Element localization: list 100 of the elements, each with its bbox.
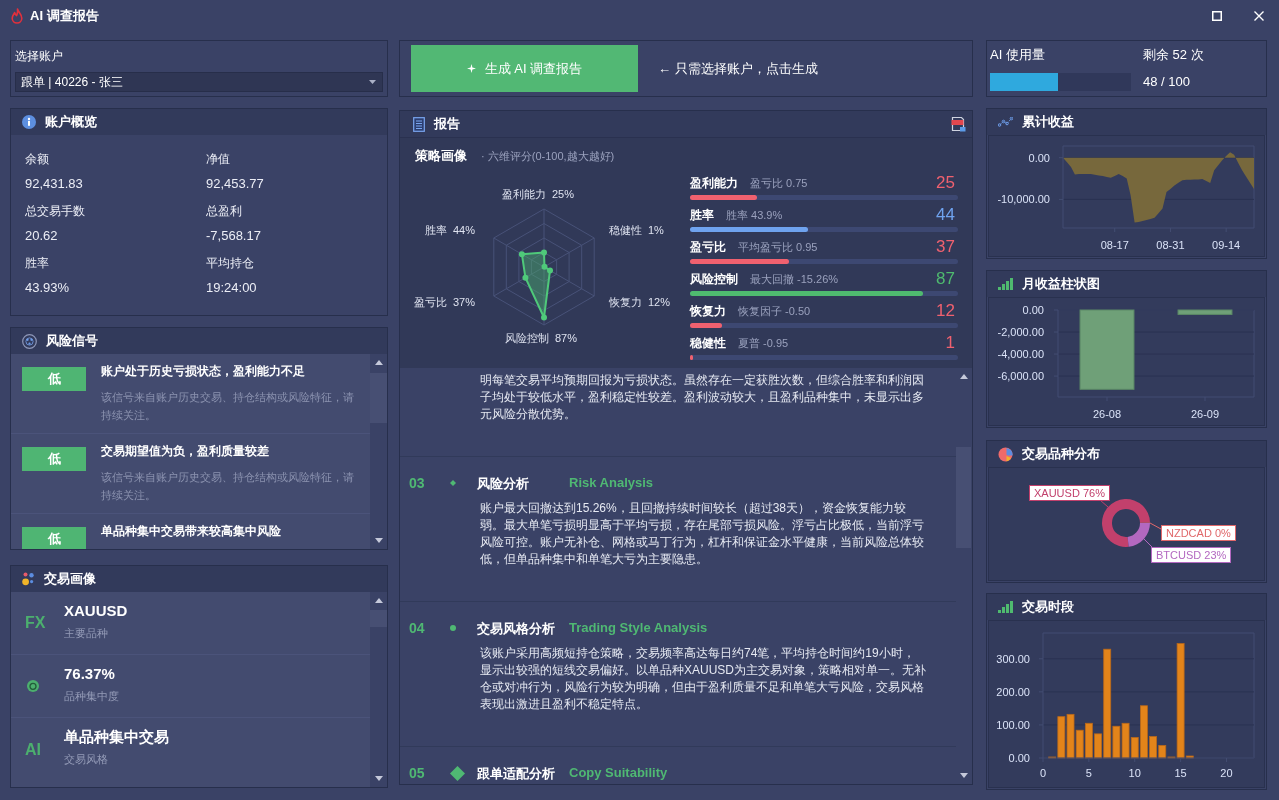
metric-detail: 恢复因子 -0.50 (738, 304, 811, 318)
metric-detail: 最大回撤 -15.26% (750, 272, 839, 286)
panel-title: 月收益柱状图 (1022, 276, 1100, 292)
axis-tick-label: 09-14 (1212, 239, 1241, 251)
axis-tick-label: 0 (1039, 767, 1047, 779)
section-title: 交易风格分析 (477, 621, 555, 636)
section-paragraph: 账户最大回撤达到15.26%，且回撤持续时间较长（超过38天），资金恢复能力较弱。最大单笔亏损明显高于平均亏损，存在尾部亏损风险。浮亏占比极低，当前浮亏风险可控。账户无补仓、网格或马丁行为，杠杆和保证金水平健康，当前风险总体较低，但单品种集中和单笔大亏为主要隐患。 (480, 500, 925, 568)
section-number: 04 (409, 620, 425, 636)
metric-name: 胜率 (690, 207, 714, 223)
profile-label: 品种集中度 (64, 689, 119, 703)
field-label: 平均持仓 (206, 255, 254, 271)
signal-title: 账户处于历史亏损状态，盈利能力不足 (101, 363, 305, 379)
axis-tick-label: 5 (1085, 767, 1092, 779)
field-value: 20.62 (25, 228, 58, 244)
signal-description: 该信号来自账户历史交易、持仓结构或风险特征，请持续关注。 (101, 470, 355, 503)
signal-title: 交易期望值为负，盈利质量较差 (101, 443, 269, 459)
field-value: 43.93% (25, 280, 70, 296)
profile-value: XAUUSD (64, 602, 128, 620)
panel-title: 交易画像 (44, 571, 96, 587)
panel-title: 风险信号 (46, 333, 98, 349)
profile-label: 主要品种 (64, 626, 108, 640)
metric-score: 1 (945, 334, 955, 352)
field-value: 92,431.83 (25, 176, 83, 192)
metric-name: 风险控制 (690, 271, 738, 287)
radar-axis-label: 风险控制 (505, 331, 549, 346)
axis-tick-label: 20 (1220, 767, 1233, 779)
signal-title: 单品种集中交易带来较高集中风险 (101, 523, 281, 539)
profile-value: 单品种集中交易 (64, 728, 169, 746)
axis-tick-label: 26-09 (1190, 408, 1220, 420)
field-label: 胜率 (25, 255, 49, 271)
profile-mark: FX (25, 614, 46, 632)
usage-reading: 48 / 100 (1143, 74, 1190, 90)
field-value: -7,568.17 (206, 228, 261, 244)
slice-label: BTCUSD 23% (1151, 547, 1232, 563)
axis-tick-label: 08-31 (1156, 239, 1185, 251)
metric-score: 37 (936, 238, 955, 256)
panel-title: 交易品种分布 (1022, 446, 1100, 462)
metric-score: 12 (936, 302, 955, 320)
section-subtitle: Trading Style Analysis (569, 620, 708, 636)
axis-tick-label: -4,000.00 (997, 348, 1044, 361)
metric-detail: 盈亏比 0.75 (750, 176, 808, 190)
metric-detail: 平均盈亏比 0.95 (738, 240, 818, 254)
field-label: 净值 (206, 151, 230, 167)
field-label: 余额 (25, 151, 49, 167)
risk-level-badge: 低 (22, 527, 86, 549)
section-heading: 策略画像 (415, 148, 467, 164)
radar-axis-value: 87% (555, 331, 577, 346)
axis-tick-label: 10 (1128, 767, 1141, 779)
axis-tick-label: 26-08 (1092, 408, 1122, 420)
axis-tick-label: -2,000.00 (997, 326, 1044, 339)
field-value: 92,453.77 (206, 176, 264, 192)
section-paragraph: 该账户采用高频短持仓策略，交易频率高达每日约74笔，平均持仓时间约19小时，显示出较强的短线交易偏好。以单品种XAUUSD为主交易对象，策略相对单一。无补仓或对冲行为，风险行为较为明确，但由于盈利质量不足和单笔大亏风险，交易风格表现出激进且盈利不稳定特点。 (480, 645, 926, 713)
radar-axis-value: 1% (648, 223, 664, 238)
radar-axis-value: 12% (648, 295, 671, 310)
radar-axis-value: 44% (452, 223, 475, 238)
profile-mark: AI (25, 740, 41, 759)
radar-axis-label: 盈亏比 (413, 295, 447, 310)
window-title: AI 调查报告 (30, 8, 99, 24)
risk-level-badge: 低 (22, 447, 86, 471)
field-value: 19:24:00 (206, 280, 257, 296)
usage-remaining: 剩余 52 次 (1143, 47, 1204, 63)
radar-axis-label: 盈利能力 (502, 187, 546, 202)
axis-tick-label: -6,000.00 (997, 370, 1044, 383)
slice-label: XAUUSD 76% (1029, 485, 1110, 501)
radar-axis-label: 稳健性 (609, 223, 642, 238)
panel-title: 交易时段 (1022, 599, 1074, 615)
axis-tick-label: 0.00 (1022, 304, 1044, 316)
axis-tick-label: 100.00 (996, 718, 1030, 731)
generate-hint: ← 只需选择账户，点击生成 (658, 60, 818, 77)
radar-axis-label: 胜率 (424, 223, 447, 238)
axis-tick-label: 200.00 (996, 685, 1030, 698)
field-label: 总盈利 (206, 203, 242, 219)
axis-tick-label: -10,000.00 (997, 193, 1050, 206)
field-label: 选择账户 (15, 48, 63, 64)
signal-description: 该信号来自账户历史交易、持仓结构或风险特征，请持续关注。 (101, 390, 355, 423)
metric-detail: 夏普 -0.95 (738, 336, 789, 350)
radar-axis-value: 37% (452, 295, 475, 310)
axis-tick-label: 0.00 (1008, 752, 1030, 764)
section-subtitle: Copy Suitability (569, 765, 668, 781)
metric-score: 25 (936, 174, 955, 192)
axis-tick-label: 15 (1174, 767, 1187, 779)
section-title: 风险分析 (477, 476, 529, 491)
radar-axis-label: 恢复力 (609, 295, 642, 310)
profile-label: 交易风格 (64, 752, 108, 766)
metric-name: 稳健性 (690, 335, 726, 351)
metric-name: 盈利能力 (690, 175, 738, 191)
panel-title: 账户概览 (45, 114, 97, 130)
section-subtitle: Risk Analysis (569, 475, 654, 491)
section-title: 跟单适配分析 (477, 766, 555, 781)
axis-tick-label: 0.00 (1028, 151, 1050, 164)
metric-detail: 胜率 43.9% (726, 208, 783, 222)
metric-name: 盈亏比 (690, 239, 726, 255)
field-label: 总交易手数 (25, 203, 85, 219)
profile-value: 76.37% (64, 665, 115, 683)
section-number: 03 (409, 475, 425, 491)
section-caption: · 六维评分(0-100,越大越好) (481, 149, 615, 163)
metric-name: 恢复力 (690, 303, 726, 319)
axis-tick-label: 08-17 (1100, 239, 1129, 251)
metric-score: 87 (936, 270, 955, 288)
section-paragraph: 明每笔交易平均预期回报为亏损状态。虽然存在一定获胜次数，但综合胜率和利润因子均处于较低水平，盈利稳定性较差。盈利波动较大，且盈利品种集中，未显示出多元风险分散优势。 (480, 372, 925, 423)
